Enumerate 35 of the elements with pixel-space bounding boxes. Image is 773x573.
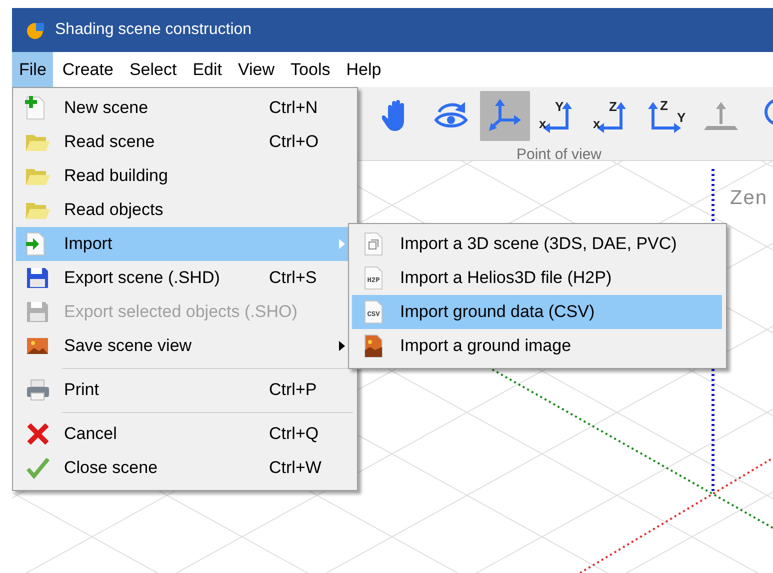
menu-item[interactable]: Help (339, 52, 388, 87)
close-icon (25, 422, 51, 446)
menu-item[interactable]: Close scene Ctrl+W (16, 451, 353, 485)
save-icon (25, 266, 51, 290)
menu-item[interactable]: Create (55, 52, 120, 87)
menu-item[interactable]: View (230, 52, 282, 87)
menu-item[interactable]: Print Ctrl+P (16, 373, 353, 407)
menu-item[interactable]: Edit (186, 52, 229, 87)
menu-item[interactable]: Read scene Ctrl+O (16, 125, 353, 159)
menu-item[interactable]: Read building (16, 159, 353, 193)
axes-icon[interactable] (488, 98, 522, 134)
shortcut-label: Ctrl+W (269, 458, 322, 477)
menu-item[interactable]: Read objects (16, 193, 353, 227)
window-title: Shading scene construction (55, 21, 252, 39)
menu-item[interactable]: Tools (284, 52, 338, 87)
menu-item[interactable]: Import a 3D scene (3DS, DAE, PVC) (352, 227, 722, 261)
app-logo-icon (26, 20, 46, 40)
save-icon (25, 300, 51, 324)
image-file-icon (363, 334, 385, 358)
menu-item[interactable]: New scene Ctrl+N (16, 91, 353, 125)
axis-label: Zen (730, 187, 768, 210)
zoom-icon[interactable] (762, 97, 773, 127)
cube-file-icon (363, 232, 385, 256)
shortcut-label: Ctrl+N (269, 98, 318, 117)
shortcut-label: Ctrl+O (269, 132, 319, 151)
menu-item[interactable]: Import a ground image (352, 329, 722, 363)
menu-item[interactable]: File (12, 52, 54, 87)
shortcut-label: Ctrl+P (269, 380, 317, 399)
printer-icon (25, 378, 51, 402)
menu-item[interactable]: Cancel Ctrl+Q (16, 417, 353, 451)
check-icon (25, 456, 51, 480)
shortcut-label: Ctrl+S (269, 268, 317, 287)
toolbar-group-label: Point of view (516, 146, 602, 163)
menu-item[interactable]: Select (122, 52, 184, 87)
shortcut-label: Ctrl+Q (269, 424, 319, 443)
